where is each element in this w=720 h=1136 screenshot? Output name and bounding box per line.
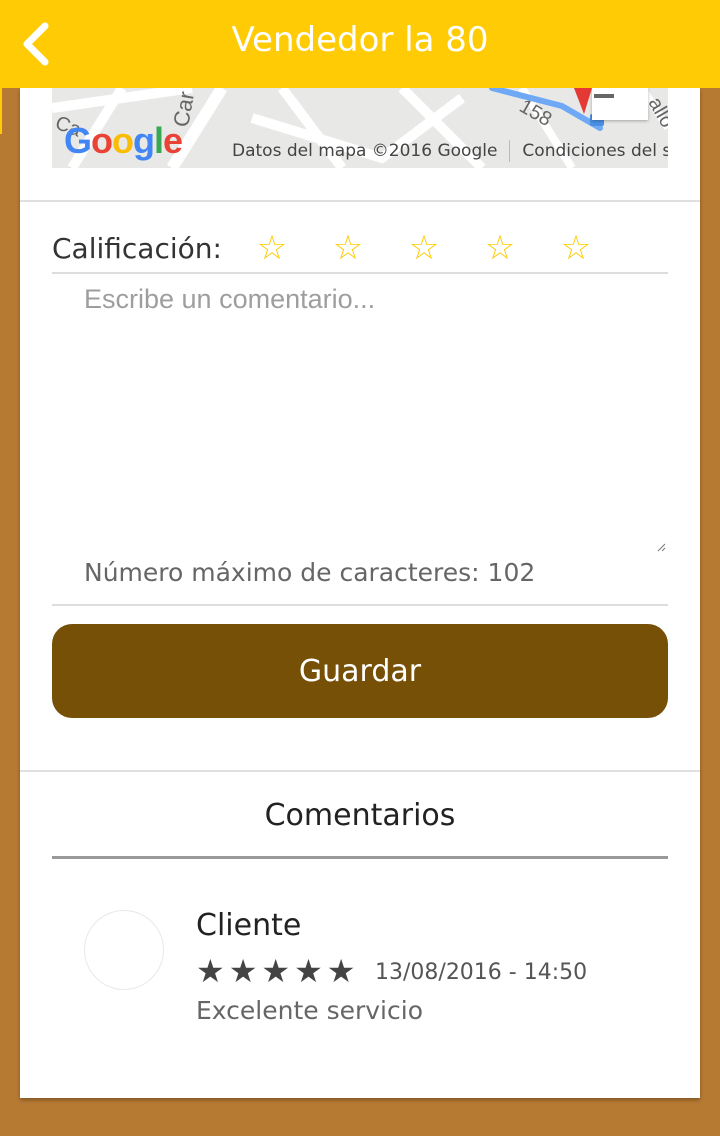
char-limit-hint: Número máximo de caracteres: 102 [84, 558, 536, 587]
edge-strip [0, 88, 2, 134]
rating-star-5[interactable]: ☆ [538, 228, 614, 268]
rating-star-1[interactable]: ☆ [234, 228, 310, 268]
resize-handle-icon[interactable] [656, 542, 666, 552]
map-terms-link[interactable]: Condiciones del servicio [522, 141, 668, 161]
avatar [84, 910, 164, 990]
save-button[interactable]: Guardar [52, 624, 668, 718]
comments-heading: Comentarios [264, 798, 456, 833]
minus-icon [594, 94, 614, 98]
attribution-separator [509, 140, 511, 162]
rating-star-2[interactable]: ☆ [310, 228, 386, 268]
comments-divider [52, 856, 668, 859]
rating-row: Calificación: ☆ ☆ ☆ ☆ ☆ [52, 224, 668, 274]
comment-list-item: Cliente ★★★★★ 13/08/2016 - 14:50 Excelen… [84, 908, 644, 1038]
rating-label: Calificación: [52, 231, 222, 265]
page-title: Vendedor la 80 [231, 20, 489, 60]
google-logo: Google [64, 120, 183, 161]
vendor-card: Car 158 Ca allo Google Datos del mapa ©2… [20, 88, 700, 1098]
map-attribution: Datos del mapa ©2016 Google Condiciones … [232, 140, 668, 162]
section-divider [20, 200, 700, 202]
map-data-credit: Datos del mapa ©2016 Google [232, 141, 498, 161]
field-divider [52, 604, 668, 606]
rating-star-3[interactable]: ☆ [386, 228, 462, 268]
section-divider [20, 770, 700, 772]
app-header: Vendedor la 80 [0, 0, 720, 88]
comment-author: Cliente [196, 908, 302, 943]
comment-rating-stars: ★★★★★ [196, 952, 360, 990]
rating-star-4[interactable]: ☆ [462, 228, 538, 268]
comment-input[interactable] [52, 276, 668, 556]
map-zoom-out-button[interactable] [592, 88, 648, 120]
comment-date: 13/08/2016 - 14:50 [375, 960, 588, 985]
comment-text: Excelente servicio [196, 996, 423, 1025]
map-view[interactable]: Car 158 Ca allo Google Datos del mapa ©2… [52, 88, 668, 168]
